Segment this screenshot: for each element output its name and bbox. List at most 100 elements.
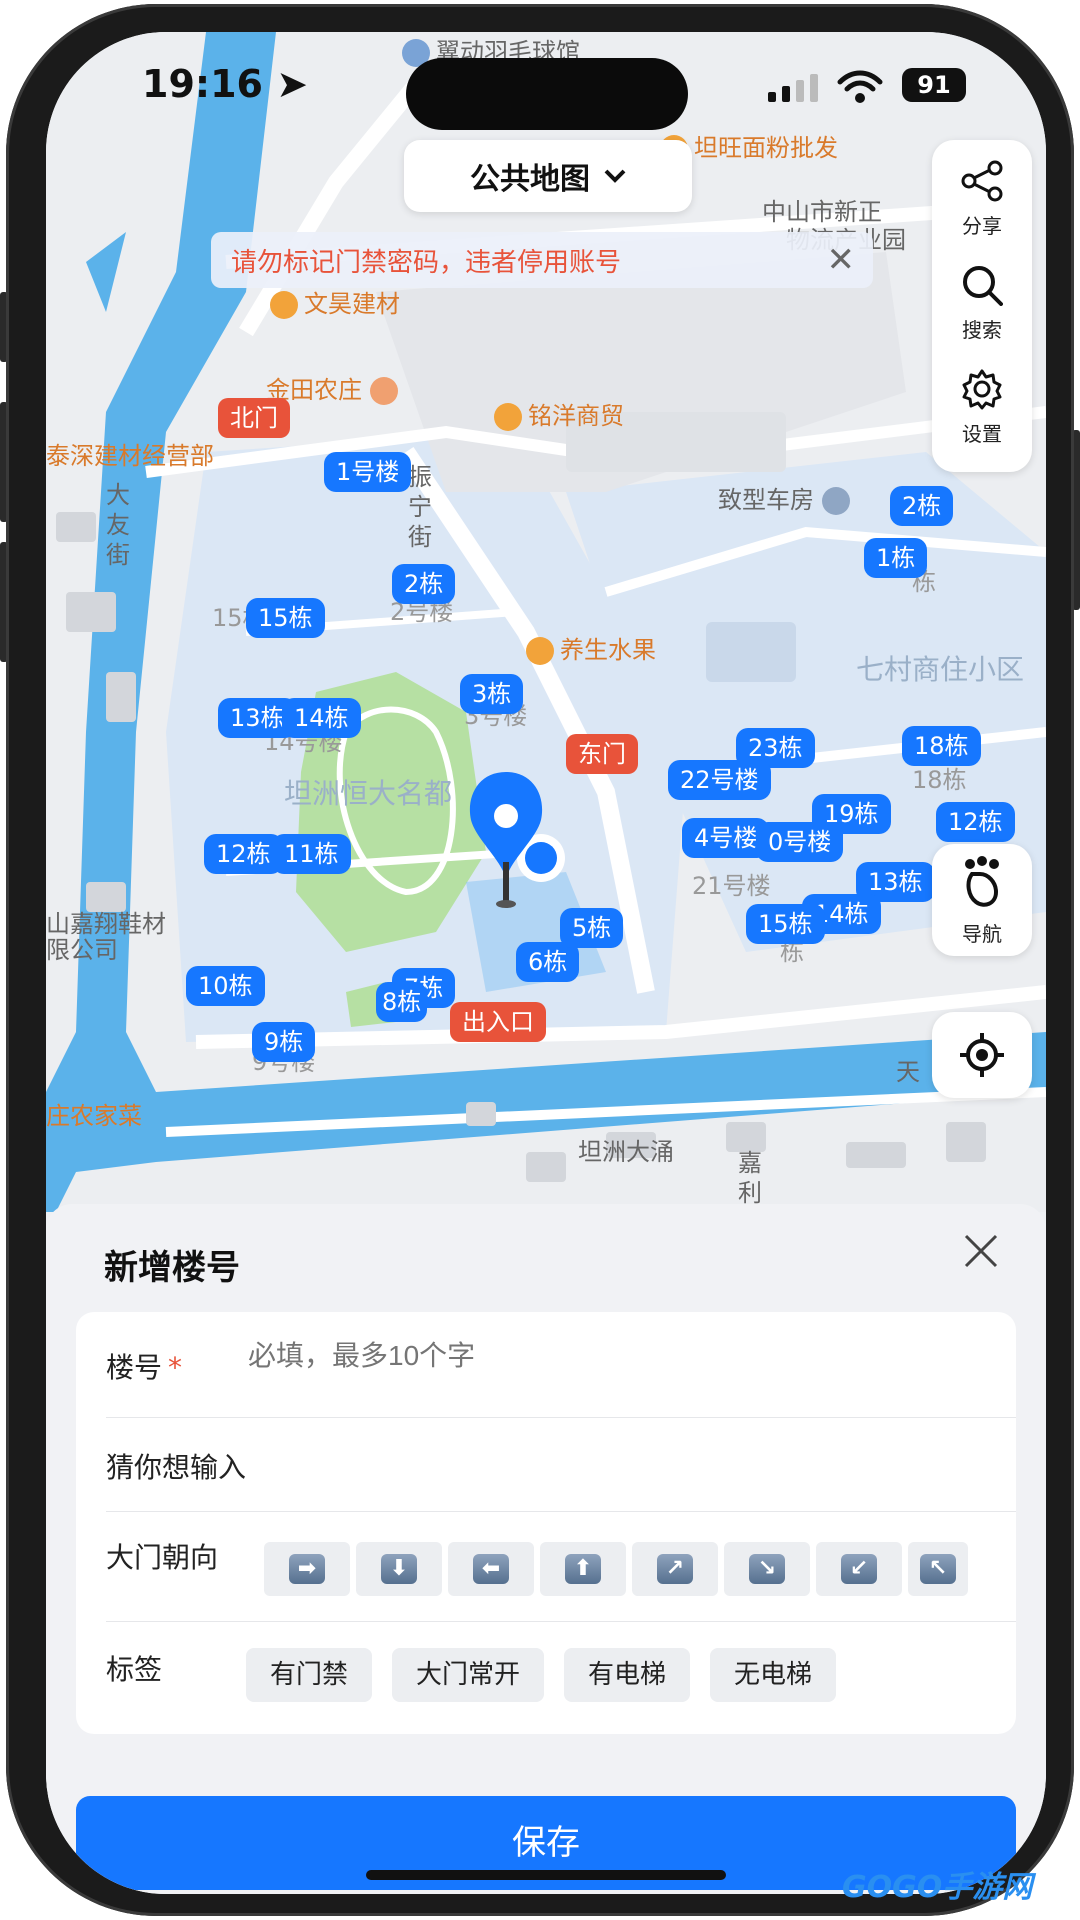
building-tag[interactable]: 10栋 [186, 966, 265, 1006]
gate-direction-label: 大门朝向 [106, 1541, 219, 1574]
street-jiali: 嘉利 [738, 1148, 768, 1208]
building-tag[interactable]: 6栋 [516, 942, 580, 982]
label-river: 坦洲大涌 [578, 1132, 674, 1167]
poi-icon [526, 637, 554, 665]
building-tag[interactable]: 12栋 [204, 834, 283, 874]
poi-zhixing[interactable]: 致型车房 [718, 480, 856, 515]
building-tag[interactable]: 15栋 [746, 904, 825, 944]
search-icon [963, 266, 1003, 306]
poi-wenhao[interactable]: 文昊建材 [270, 284, 400, 319]
cellular-signal-icon [768, 74, 818, 102]
watermark-logo: GOGO手游网 [842, 1870, 1033, 1905]
direction-down-right-button[interactable]: ↘ [724, 1542, 810, 1596]
navigation-button[interactable]: 导航 [932, 844, 1032, 956]
map-type-label: 公共地图 [470, 162, 590, 197]
area-qicun: 七村商住小区 [856, 653, 1025, 686]
poi-label: 限公司 [46, 936, 118, 964]
direction-down-button[interactable]: ⬇ [356, 1542, 442, 1596]
direction-up-button[interactable]: ⬆ [540, 1542, 626, 1596]
building-tag[interactable]: 1号楼 [324, 452, 412, 492]
building-tag[interactable]: 22号楼 [668, 760, 771, 800]
area-hengda: 坦洲恒大名都 [284, 777, 453, 810]
building-tag[interactable]: 9栋 [252, 1022, 316, 1062]
faint-label: 21号楼 [692, 872, 771, 900]
close-button[interactable] [956, 1226, 1006, 1276]
label-text: 楼号 [106, 1351, 163, 1384]
gate-direction-row: 大门朝向 ➡ ⬇ ⬅ ⬆ ↗ ↘ ↙ ↖ [106, 1512, 1016, 1622]
direction-options: ➡ ⬇ ⬅ ⬆ ↗ ↘ ↙ ↖ [264, 1542, 968, 1596]
building-name-input[interactable] [248, 1340, 848, 1372]
arrow-down-left-icon: ↙ [841, 1554, 877, 1584]
map-type-selector[interactable]: 公共地图 [404, 140, 692, 212]
poi-icon [270, 291, 298, 319]
close-icon[interactable]: ✕ [827, 240, 856, 280]
tags-row: 标签 有门禁 大门常开 有电梯 无电梯 [106, 1622, 1016, 1734]
building-tag[interactable]: 11栋 [272, 834, 351, 874]
direction-down-left-button[interactable]: ↙ [816, 1542, 902, 1596]
building-tag[interactable]: 12栋 [936, 802, 1015, 842]
building-tag[interactable]: 8栋 [376, 982, 428, 1022]
gear-icon [962, 369, 1002, 410]
building-tag[interactable]: 0号楼 [756, 822, 844, 862]
direction-up-right-button[interactable]: ↗ [632, 1542, 718, 1596]
arrow-up-left-icon: ↖ [920, 1554, 956, 1584]
map-toolbar: 分享 搜索 设置 [932, 140, 1032, 472]
street-label: 振宁街 [408, 463, 432, 551]
street-label: 大友街 [106, 481, 130, 569]
poi-label: 庄农家菜 [46, 1102, 142, 1130]
poi-tian[interactable]: 天 [896, 1052, 920, 1087]
building-name-row: 楼号 * [106, 1312, 1016, 1418]
share-button[interactable]: 分享 [932, 148, 1032, 252]
poi-fruit[interactable]: 养生水果 [526, 630, 656, 665]
poi-mingyang[interactable]: 铭洋商贸 [494, 396, 624, 431]
poi-label: 养生水果 [560, 636, 656, 664]
add-building-sheet: 新增楼号 楼号* 猜你想输入 大门朝向 ➡ [46, 1204, 1046, 1894]
direction-right-button[interactable]: ➡ [264, 1542, 350, 1596]
arrow-right-icon: ➡ [289, 1554, 325, 1584]
locate-button[interactable] [932, 1012, 1032, 1098]
dynamic-island [406, 58, 688, 130]
sheet-title: 新增楼号 [104, 1248, 240, 1288]
tag-chip[interactable]: 有电梯 [564, 1648, 691, 1702]
direction-up-left-button[interactable]: ↖ [908, 1542, 968, 1596]
street-zhenning: 振宁街 [408, 462, 438, 552]
street-label: 嘉利 [738, 1149, 762, 1207]
tag-chip[interactable]: 有门禁 [246, 1648, 373, 1702]
tag-options: 有门禁 大门常开 有电梯 无电梯 [246, 1648, 837, 1702]
settings-button[interactable]: 设置 [932, 356, 1032, 460]
poi-farmhouse[interactable]: 庄农家菜 [46, 1096, 142, 1131]
tag-chip[interactable]: 大门常开 [392, 1648, 545, 1702]
time-text: 19:16 [142, 62, 263, 106]
building-tag[interactable]: 3栋 [460, 674, 524, 714]
building-tag[interactable]: 18栋 [902, 726, 981, 766]
building-tag[interactable]: 15栋 [246, 598, 325, 638]
poi-label: 致型车房 [718, 486, 814, 514]
chevron-down-icon [604, 169, 626, 183]
building-tag[interactable]: 14栋 [282, 698, 361, 738]
tags-label: 标签 [106, 1653, 163, 1686]
location-arrow-icon: ➤ [276, 62, 309, 106]
wifi-icon [837, 70, 883, 103]
building-tag[interactable]: 5栋 [560, 908, 624, 948]
screenshot: 翼动羽毛球馆 坦旺面粉批发 中山市新正 物流产业园 文昊建材 金田农庄 铭洋商贸… [0, 0, 1080, 1920]
gate-east[interactable]: 东门 [566, 734, 638, 774]
search-button[interactable]: 搜索 [932, 252, 1032, 356]
required-mark: * [168, 1351, 183, 1384]
building-form: 楼号* 猜你想输入 大门朝向 ➡ ⬇ ⬅ ⬆ ↗ [76, 1312, 1016, 1734]
poi-shoe-2[interactable]: 限公司 [46, 930, 118, 965]
poi-label: 文昊建材 [304, 290, 400, 318]
gate-north[interactable]: 北门 [218, 398, 290, 438]
search-label: 搜索 [962, 318, 1002, 342]
poi-taishen[interactable]: 泰深建材经营部 [46, 436, 214, 471]
building-tag[interactable]: 1栋 [864, 538, 928, 578]
direction-left-button[interactable]: ⬅ [448, 1542, 534, 1596]
gate-exit[interactable]: 出入口 [450, 1002, 546, 1042]
crosshair-icon [960, 1033, 1004, 1077]
status-time: 19:16 ➤ [142, 62, 308, 106]
phone-frame: 翼动羽毛球馆 坦旺面粉批发 中山市新正 物流产业园 文昊建材 金田农庄 铭洋商贸… [6, 4, 1074, 1916]
suggestion-row: 猜你想输入 [106, 1418, 1016, 1512]
share-icon [961, 160, 1003, 202]
tag-chip[interactable]: 无电梯 [710, 1648, 837, 1702]
building-tag[interactable]: 2栋 [392, 564, 456, 604]
building-tag[interactable]: 2栋 [890, 486, 954, 526]
